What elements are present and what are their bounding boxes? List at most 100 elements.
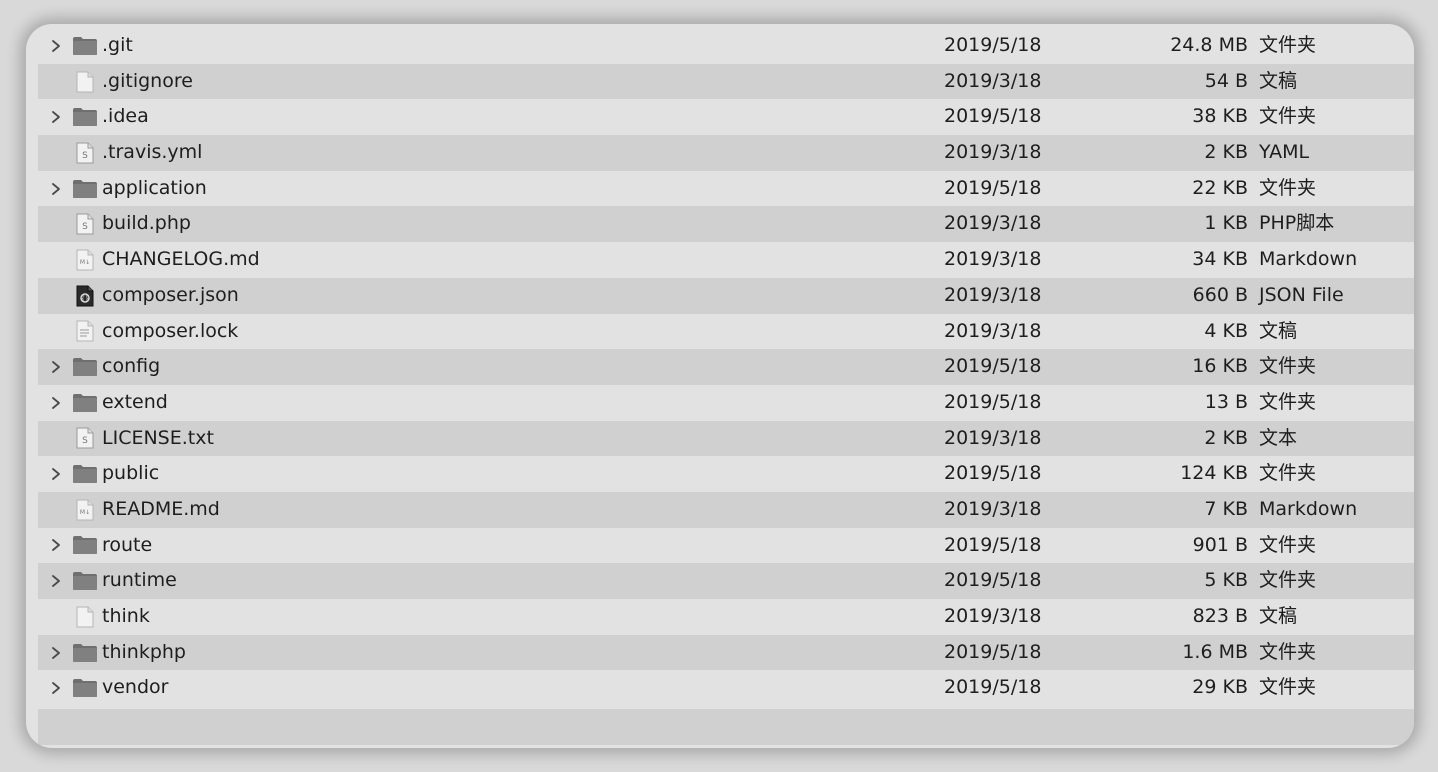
file-size: 1 KB: [1204, 212, 1248, 235]
file-size: 38 KB: [1192, 105, 1248, 128]
file-date-modified: 2019/5/18: [944, 533, 1042, 556]
file-row[interactable]: thinkphp 2019/5/18 1.6 MB 文件夹: [26, 634, 1414, 671]
file-date-modified: 2019/3/18: [944, 319, 1042, 342]
chevron-right-icon[interactable]: [48, 28, 64, 64]
blank-document-icon: [72, 599, 98, 635]
file-row[interactable]: composer.lock 2019/3/18 4 KB 文稿: [26, 314, 1414, 350]
file-date-modified: 2019/5/18: [944, 390, 1042, 413]
file-name: LICENSE.txt: [102, 426, 214, 449]
file-date-modified: 2019/5/18: [944, 176, 1042, 199]
folder-icon: [72, 456, 98, 492]
file-date-modified: 2019/5/18: [944, 676, 1042, 699]
file-size: 1.6 MB: [1182, 640, 1248, 663]
blank-document-icon: [72, 64, 98, 100]
file-size: 660 B: [1192, 283, 1248, 306]
file-name: composer.json: [102, 283, 239, 306]
file-kind: 文件夹: [1259, 533, 1317, 556]
file-name: route: [102, 533, 153, 556]
folder-icon: [72, 528, 98, 564]
file-row[interactable]: S .travis.yml 2019/3/18 2 KB YAML: [26, 135, 1414, 171]
script-document-icon: S: [72, 135, 98, 171]
file-date-modified: 2019/5/18: [944, 34, 1042, 56]
file-row[interactable]: M↓ CHANGELOG.md 2019/3/18 34 KB Markdown: [26, 242, 1414, 278]
file-row[interactable]: Sbuild.php 2019/3/18 1 KB PHP脚本: [26, 206, 1414, 242]
chevron-right-icon[interactable]: [48, 349, 64, 385]
svg-text:M↓: M↓: [80, 509, 90, 516]
folder-icon: [72, 171, 98, 207]
file-kind: YAML: [1259, 141, 1310, 164]
file-name: application: [102, 176, 207, 199]
file-row[interactable]: .gitignore 2019/3/18 54 B 文稿: [26, 63, 1414, 100]
file-kind: 文件夹: [1259, 569, 1317, 592]
json-document-icon: {}: [72, 278, 98, 314]
file-date-modified: 2019/5/18: [944, 640, 1042, 663]
file-size: 54 B: [1204, 69, 1248, 92]
empty-stripe-row: [38, 709, 1414, 745]
chevron-right-icon[interactable]: [48, 99, 64, 135]
file-row[interactable]: S LICENSE.txt 2019/3/18 2 KB 文本: [26, 420, 1414, 457]
file-size: 823 B: [1192, 605, 1248, 627]
file-row[interactable]: vendor 2019/5/18 29 KB 文件夹: [26, 670, 1414, 706]
file-kind: 文件夹: [1259, 176, 1317, 199]
file-name: config: [102, 355, 161, 378]
file-name: think: [102, 605, 150, 627]
file-name: build.php: [102, 212, 191, 235]
file-name: .gitignore: [102, 69, 193, 92]
file-date-modified: 2019/5/18: [944, 569, 1042, 592]
file-date-modified: 2019/3/18: [944, 212, 1042, 235]
svg-text:{}: {}: [81, 295, 89, 302]
file-row[interactable]: {} composer.json 2019/3/18 660 B JSON File: [26, 277, 1414, 314]
file-row[interactable]: M↓ README.md 2019/3/18 7 KB Markdown: [26, 491, 1414, 528]
finder-window: .git 2019/5/18 24.8 MB 文件夹 .gitignore 2019/3/…: [26, 24, 1414, 748]
file-date-modified: 2019/5/18: [944, 462, 1042, 485]
chevron-right-icon[interactable]: [48, 635, 64, 671]
svg-text:S: S: [82, 151, 88, 161]
file-date-modified: 2019/5/18: [944, 355, 1042, 378]
file-name: extend: [102, 390, 168, 413]
file-kind: 文件夹: [1259, 640, 1317, 663]
svg-text:S: S: [82, 436, 88, 446]
folder-icon: [72, 385, 98, 421]
chevron-right-icon[interactable]: [48, 171, 64, 207]
folder-icon: [72, 349, 98, 385]
file-kind: 文件夹: [1259, 390, 1317, 413]
markdown-document-icon: M↓: [72, 242, 98, 278]
file-row[interactable]: application 2019/5/18 22 KB 文件夹: [26, 171, 1414, 207]
chevron-right-icon[interactable]: [48, 670, 64, 706]
file-name: thinkphp: [102, 640, 186, 663]
file-row[interactable]: think 2019/3/18 823 B 文稿: [26, 599, 1414, 635]
file-name: composer.lock: [102, 319, 239, 342]
file-size: 2 KB: [1204, 426, 1248, 449]
file-size: 22 KB: [1192, 176, 1248, 199]
file-name: README.md: [102, 497, 220, 520]
file-row[interactable]: runtime 2019/5/18 5 KB 文件夹: [26, 563, 1414, 599]
file-kind: 文件夹: [1259, 34, 1317, 56]
file-size: 5 KB: [1204, 569, 1248, 592]
file-date-modified: 2019/3/18: [944, 283, 1042, 306]
file-name: public: [102, 462, 160, 485]
file-row[interactable]: public 2019/5/18 124 KB 文件夹: [26, 456, 1414, 492]
file-date-modified: 2019/3/18: [944, 426, 1042, 449]
svg-text:M↓: M↓: [80, 259, 90, 266]
file-kind: 文件夹: [1259, 355, 1317, 378]
file-date-modified: 2019/3/18: [944, 497, 1042, 520]
file-row[interactable]: route 2019/5/18 901 B 文件夹: [26, 528, 1414, 564]
chevron-right-icon[interactable]: [48, 385, 64, 421]
file-kind: Markdown: [1259, 248, 1358, 271]
file-row[interactable]: .git 2019/5/18 24.8 MB 文件夹: [26, 28, 1414, 64]
folder-icon: [72, 563, 98, 599]
file-row[interactable]: config 2019/5/18 16 KB 文件夹: [26, 349, 1414, 385]
file-row[interactable]: .idea 2019/5/18 38 KB 文件夹: [26, 99, 1414, 135]
chevron-right-icon[interactable]: [48, 563, 64, 599]
file-size: 24.8 MB: [1170, 34, 1248, 56]
svg-text:S: S: [82, 222, 88, 232]
script-document-icon: S: [72, 421, 98, 457]
chevron-right-icon[interactable]: [48, 456, 64, 492]
file-kind: 文件夹: [1259, 462, 1317, 485]
file-name: CHANGELOG.md: [102, 248, 260, 271]
folder-icon: [72, 670, 98, 706]
file-row[interactable]: extend 2019/5/18 13 B 文件夹: [26, 385, 1414, 421]
file-size: 34 KB: [1192, 248, 1248, 271]
chevron-right-icon[interactable]: [48, 528, 64, 564]
file-name: .travis.yml: [102, 141, 203, 164]
